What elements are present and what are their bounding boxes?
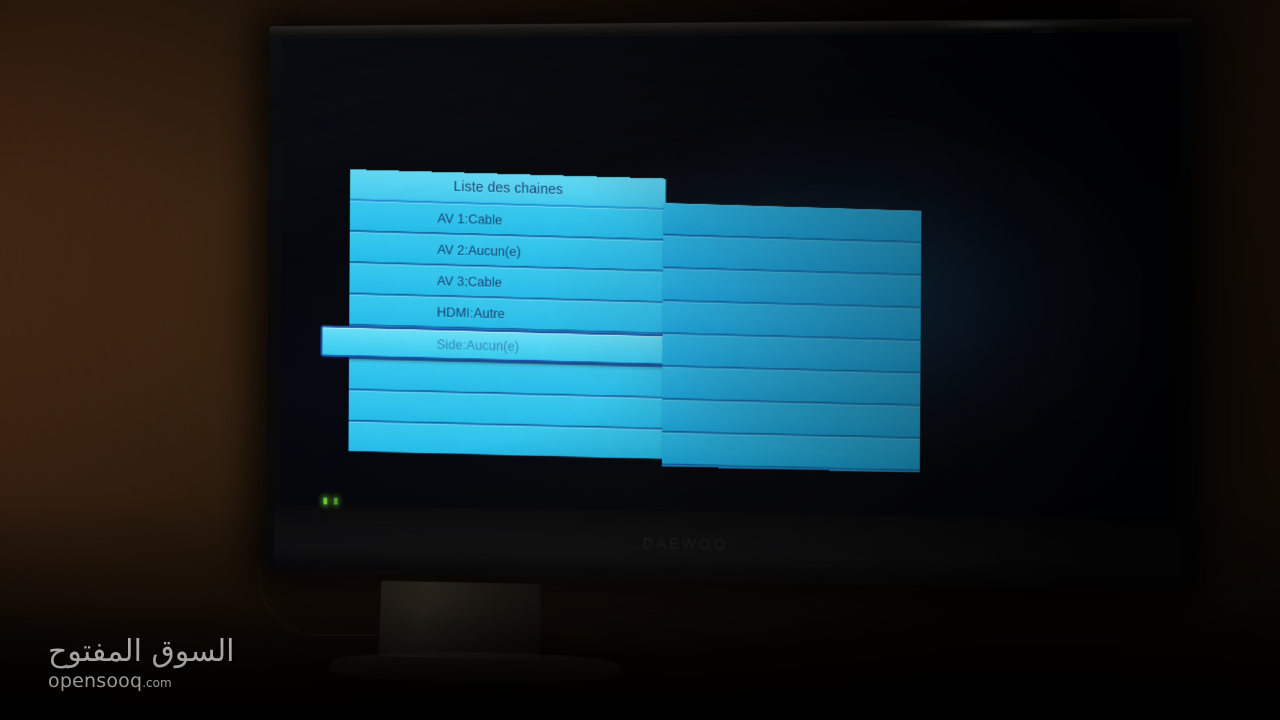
osd-row-label: AV 2:Aucun(e) [437,241,521,259]
photo-scene: Liste des chaines AV 1:Cable AV 2:Aucun(… [0,0,1280,720]
osd-row-label: AV 3:Cable [437,273,502,290]
osd-detail-panel [661,202,922,473]
osd-detail-row[interactable] [662,367,921,405]
tv-screen: Liste des chaines AV 1:Cable AV 2:Aucun(… [279,31,1179,521]
osd-row-empty[interactable] [348,421,665,459]
opensooq-watermark: السوق المفتوح opensooq.com [48,636,268,704]
watermark-brand-name: opensooq [48,670,143,692]
osd-channel-list-panel: Liste des chaines AV 1:Cable AV 2:Aucun(… [320,169,666,459]
tv-brand-logo: DAEWOO [642,534,729,554]
watermark-arabic-text: السوق المفتوح [48,634,235,669]
osd-detail-row[interactable] [661,432,921,470]
power-led-indicator [323,497,328,505]
watermark-brand: opensooq.com [48,669,268,695]
osd-detail-row[interactable] [662,399,921,438]
osd-row-label: Side:Aucun(e) [436,336,520,354]
osd-row-list: AV 1:Cable AV 2:Aucun(e) AV 3:Cable HDMI… [320,200,666,461]
osd-row-label: HDMI:Autre [436,304,505,321]
osd-row-label: AV 1:Cable [437,210,503,228]
watermark-tld: .com [142,676,172,690]
television: Liste des chaines AV 1:Cable AV 2:Aucun(… [266,18,1193,591]
standby-led-indicator [333,497,338,505]
